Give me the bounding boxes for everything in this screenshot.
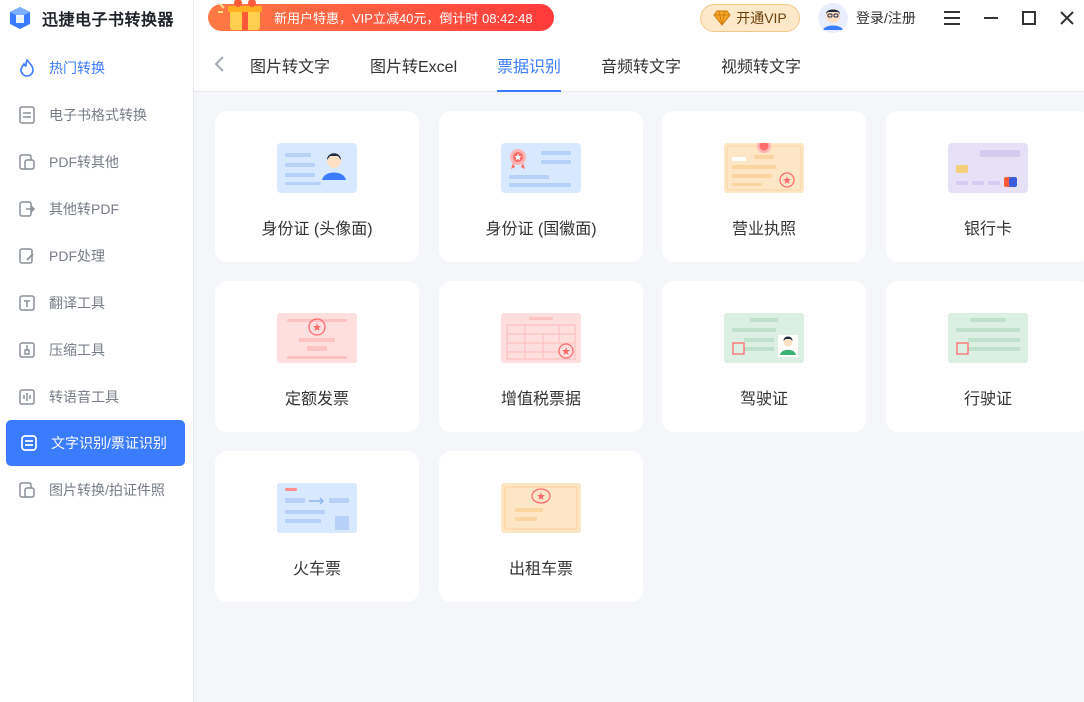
avatar-icon <box>818 3 848 33</box>
menu-icon[interactable] <box>940 6 964 30</box>
sidebar-item-label: 压缩工具 <box>49 341 105 358</box>
card-label: 身份证 (头像面) <box>261 221 373 238</box>
sidebar-item-label: 电子书格式转换 <box>49 106 147 123</box>
card-label: 驾驶证 <box>739 391 788 408</box>
card-id-front[interactable]: 身份证 (头像面) <box>215 111 419 262</box>
sidebar-item-ocr[interactable]: 文字识别/票证识别 <box>6 420 185 466</box>
login-button[interactable]: 登录/注册 <box>818 2 916 34</box>
sidebar-item-pdf-in[interactable]: 其他转PDF <box>0 185 193 232</box>
pdf-out-icon <box>16 151 38 173</box>
audio-icon <box>16 386 38 408</box>
minimize-icon[interactable] <box>979 6 1003 30</box>
sidebar-item-label: 其他转PDF <box>49 200 119 217</box>
bank-card-icon <box>948 143 1028 193</box>
close-icon[interactable] <box>1055 6 1079 30</box>
sidebar-item-pdf-process[interactable]: PDF处理 <box>0 232 193 279</box>
sidebar-item-image-convert[interactable]: 图片转换/拍证件照 <box>0 466 193 513</box>
maximize-icon[interactable] <box>1017 6 1041 30</box>
sidebar-item-label: 文字识别/票证识别 <box>51 435 167 451</box>
vip-button[interactable]: 开通VIP <box>700 4 800 32</box>
tab-bar: 图片转文字 图片转Excel 票据识别 音频转文字 视频转文字 <box>194 36 1084 92</box>
card-label: 增值税票据 <box>500 391 581 408</box>
login-label: 登录/注册 <box>856 10 916 26</box>
card-train-ticket[interactable]: 火车票 <box>215 451 419 602</box>
image-convert-icon <box>16 479 38 501</box>
sidebar-item-label: PDF转其他 <box>49 153 119 170</box>
app-logo-icon <box>10 7 30 29</box>
app-brand: 迅捷电子书转换器 <box>0 0 193 36</box>
sidebar-item-label: PDF处理 <box>49 247 105 264</box>
sidebar: 迅捷电子书转换器 热门转换 电子书格式转换 PDF转其他 其他转PDF PDF处… <box>0 0 194 702</box>
sidebar-item-translate[interactable]: 翻译工具 <box>0 279 193 326</box>
id-card-front-icon <box>277 143 357 193</box>
sidebar-item-label: 热门转换 <box>49 59 105 76</box>
card-label: 定额发票 <box>284 391 349 408</box>
tab-image-to-excel[interactable]: 图片转Excel <box>370 53 457 92</box>
sidebar-item-label: 图片转换/拍证件照 <box>49 481 165 498</box>
card-fixed-invoice[interactable]: 定额发票 <box>215 281 419 432</box>
card-label: 营业执照 <box>731 221 796 238</box>
card-driver-license[interactable]: 驾驶证 <box>662 281 866 432</box>
card-vehicle-license[interactable]: 行驶证 <box>886 281 1084 432</box>
promo-text: 新用户特惠，VIP立减40元，倒计时 08:42:48 <box>274 11 533 26</box>
card-label: 行驶证 <box>963 391 1012 408</box>
sidebar-item-hot[interactable]: 热门转换 <box>0 44 193 91</box>
card-vat-invoice[interactable]: 增值税票据 <box>439 281 643 432</box>
card-label: 银行卡 <box>963 221 1012 238</box>
sidebar-item-label: 转语音工具 <box>49 388 119 405</box>
diamond-icon <box>713 10 731 26</box>
tab-video-to-text[interactable]: 视频转文字 <box>721 53 801 92</box>
id-card-back-icon <box>501 143 581 193</box>
translate-icon <box>16 292 38 314</box>
compress-icon <box>16 339 38 361</box>
card-label: 出租车票 <box>508 561 573 578</box>
flame-icon <box>16 57 38 79</box>
card-taxi-receipt[interactable]: 出租车票 <box>439 451 643 602</box>
vehicle-license-icon <box>948 313 1028 363</box>
gift-icon <box>218 0 262 30</box>
sidebar-item-compress[interactable]: 压缩工具 <box>0 326 193 373</box>
card-business-license[interactable]: 营业执照 <box>662 111 866 262</box>
tab-image-to-text[interactable]: 图片转文字 <box>250 53 330 92</box>
sidebar-item-ebook-convert[interactable]: 电子书格式转换 <box>0 91 193 138</box>
card-id-back[interactable]: 身份证 (国徽面) <box>439 111 643 262</box>
card-bank-card[interactable]: 银行卡 <box>886 111 1084 262</box>
app-title: 迅捷电子书转换器 <box>42 12 175 29</box>
chevron-left-icon[interactable] <box>212 54 228 74</box>
sidebar-item-pdf-out[interactable]: PDF转其他 <box>0 138 193 185</box>
sidebar-nav: 热门转换 电子书格式转换 PDF转其他 其他转PDF PDF处理 翻译工具 压缩… <box>0 44 193 513</box>
vat-invoice-icon <box>501 313 581 363</box>
top-bar: 新用户特惠，VIP立减40元，倒计时 08:42:48 开通VIP 登录/注册 <box>194 0 1084 36</box>
sidebar-item-audio[interactable]: 转语音工具 <box>0 373 193 420</box>
fixed-invoice-icon <box>277 313 357 363</box>
promo-banner[interactable]: 新用户特惠，VIP立减40元，倒计时 08:42:48 <box>208 0 554 31</box>
taxi-receipt-icon <box>501 483 581 533</box>
ebook-convert-icon <box>16 104 38 126</box>
driver-license-icon <box>724 313 804 363</box>
card-label: 身份证 (国徽面) <box>485 221 597 238</box>
vip-label: 开通VIP <box>736 10 787 26</box>
train-ticket-icon <box>277 483 357 533</box>
tab-receipt-recognition[interactable]: 票据识别 <box>497 53 562 92</box>
pdf-in-icon <box>16 198 38 220</box>
card-label: 火车票 <box>292 561 341 578</box>
sidebar-item-label: 翻译工具 <box>49 294 105 311</box>
tab-audio-to-text[interactable]: 音频转文字 <box>601 53 681 92</box>
business-license-icon <box>724 143 804 193</box>
ocr-icon <box>18 432 40 454</box>
pdf-process-icon <box>16 245 38 267</box>
